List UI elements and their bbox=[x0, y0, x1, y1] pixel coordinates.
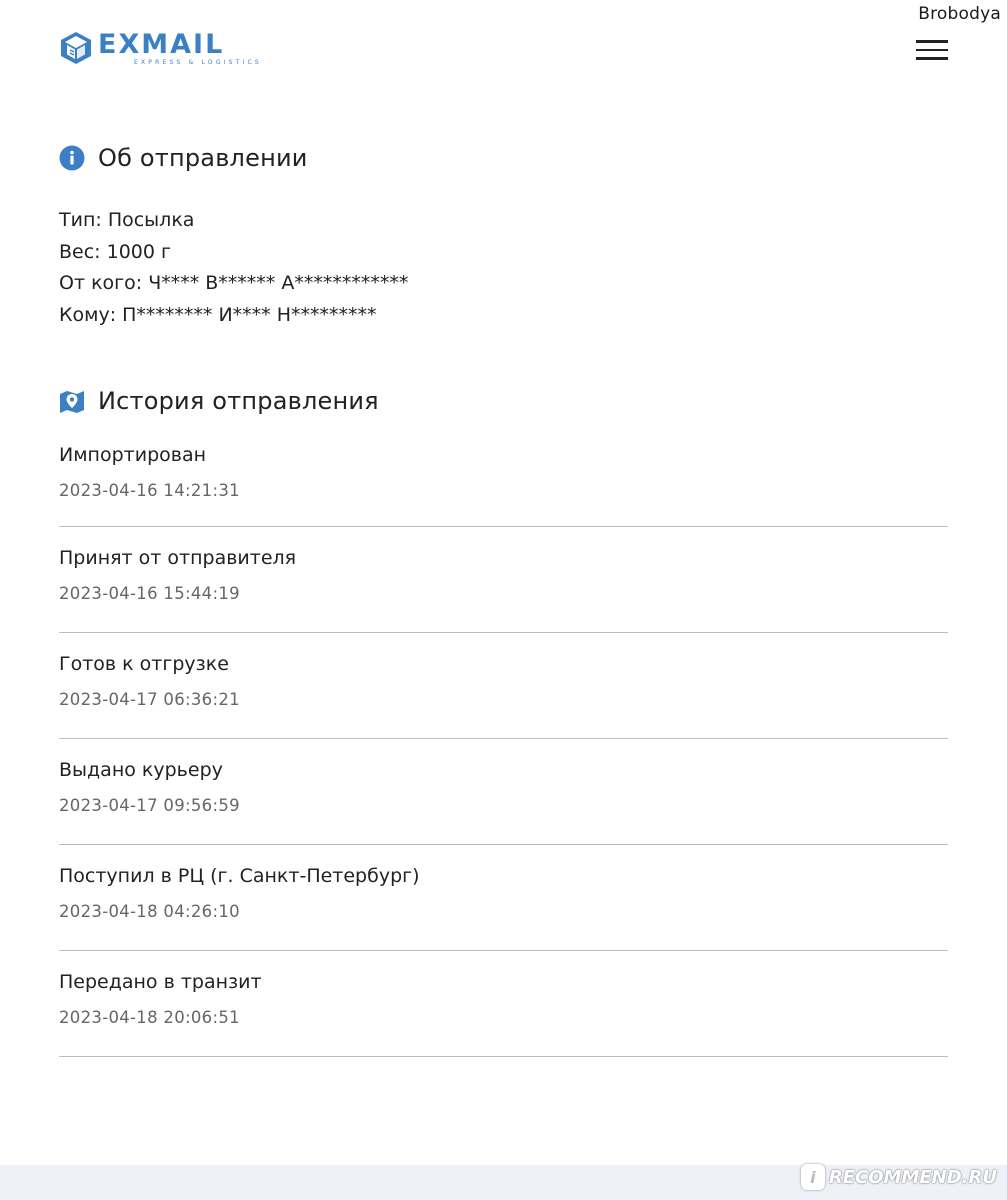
event-status: Принят от отправителя bbox=[59, 547, 297, 569]
cube-logo-icon bbox=[61, 32, 91, 64]
info-icon bbox=[59, 145, 85, 171]
event-date: 2023-04-16 15:44:19 bbox=[59, 584, 240, 603]
shipment-details: Тип: Посылка Вес: 1000 г От кого: Ч**** … bbox=[59, 205, 408, 331]
list-item: Поступил в РЦ (г. Санкт-Петербург) 2023-… bbox=[59, 845, 948, 951]
event-status: Передано в транзит bbox=[59, 971, 262, 993]
event-date: 2023-04-17 09:56:59 bbox=[59, 796, 240, 815]
event-date: 2023-04-18 20:06:51 bbox=[59, 1008, 240, 1027]
list-item: Импортирован 2023-04-16 14:21:31 bbox=[59, 430, 948, 527]
event-status: Импортирован bbox=[59, 444, 207, 466]
event-date: 2023-04-16 14:21:31 bbox=[59, 481, 240, 500]
shipment-weight: Вес: 1000 г bbox=[59, 240, 171, 263]
list-item: Выдано курьеру 2023-04-17 09:56:59 bbox=[59, 739, 948, 845]
event-date: 2023-04-18 04:26:10 bbox=[59, 902, 240, 921]
shipment-sender: От кого: Ч**** В****** А************ bbox=[59, 272, 409, 294]
event-date: 2023-04-17 06:36:21 bbox=[59, 690, 240, 709]
recommend-watermark: i RECOMMEND.RU bbox=[800, 1164, 997, 1190]
about-title: Об отправлении bbox=[98, 144, 308, 172]
history-section-header: История отправления bbox=[59, 387, 379, 415]
site-header: EXMAIL EXPRESS & LOGISTICS bbox=[58, 30, 948, 70]
history-title: История отправления bbox=[98, 387, 379, 415]
event-status: Выдано курьеру bbox=[59, 759, 223, 781]
recommend-logo-icon: i bbox=[800, 1164, 825, 1190]
watermark-username: Brobodya bbox=[918, 4, 1001, 24]
recommend-watermark-text: RECOMMEND.RU bbox=[828, 1166, 997, 1188]
event-status: Готов к отгрузке bbox=[59, 653, 229, 675]
list-item: Принят от отправителя 2023-04-16 15:44:1… bbox=[59, 527, 948, 633]
logo-tagline: EXPRESS & LOGISTICS bbox=[134, 59, 262, 66]
tracking-history-list: Импортирован 2023-04-16 14:21:31 Принят … bbox=[59, 430, 948, 1057]
shipment-type: Тип: Посылка bbox=[59, 209, 195, 231]
event-status: Поступил в РЦ (г. Санкт-Петербург) bbox=[59, 865, 420, 887]
map-pin-icon bbox=[60, 391, 84, 413]
logo-name: EXMAIL bbox=[98, 29, 225, 60]
list-item: Передано в транзит 2023-04-18 20:06:51 bbox=[59, 951, 948, 1057]
shipment-recipient: Кому: П******** И**** Н********* bbox=[59, 303, 377, 326]
list-item: Готов к отгрузке 2023-04-17 06:36:21 bbox=[59, 633, 948, 739]
about-section-header: Об отправлении bbox=[59, 144, 308, 172]
hamburger-menu-icon[interactable] bbox=[916, 40, 948, 60]
exmail-logo[interactable]: EXMAIL EXPRESS & LOGISTICS bbox=[58, 30, 262, 66]
